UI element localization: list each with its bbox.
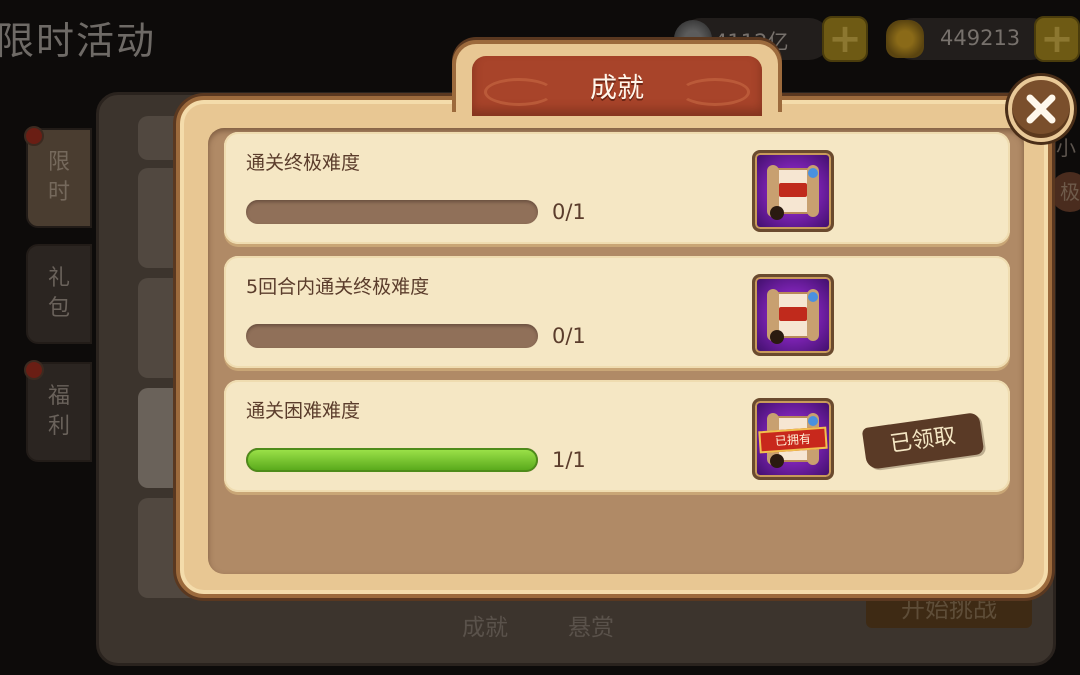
page-title: 限时活动 xyxy=(0,19,157,63)
dialog-title-tab: 成就 xyxy=(452,40,782,116)
close-icon xyxy=(1026,94,1056,124)
title-ribbon: 成就 xyxy=(472,56,762,116)
achievement-title: 5回合内通关终极难度 xyxy=(246,276,430,298)
progress-text: 0/1 xyxy=(552,324,586,348)
progress-bar xyxy=(246,448,538,472)
dialog-title: 成就 xyxy=(590,73,644,104)
progress-text: 1/1 xyxy=(552,448,586,472)
owned-badge: 已拥有 xyxy=(758,426,828,454)
achievement-title: 通关困难难度 xyxy=(246,400,361,422)
gold-currency: 449213 xyxy=(886,18,1052,60)
progress-fill xyxy=(246,448,538,472)
title-scroll-icon[interactable] xyxy=(752,150,834,232)
side-tab-limited[interactable]: 限时 xyxy=(24,126,92,228)
achievement-row: 通关终极难度 0/1 xyxy=(224,132,1010,244)
gold-currency-value: 449213 xyxy=(940,26,1021,50)
title-scroll-icon[interactable] xyxy=(752,274,834,356)
notification-dot xyxy=(24,126,44,146)
side-tab-welfare[interactable]: 福利 xyxy=(24,360,92,462)
achievement-title: 通关终极难度 xyxy=(246,152,361,174)
bottom-tab-achievement[interactable]: 成就 xyxy=(462,608,508,642)
side-tab-label: 福利 xyxy=(47,384,70,439)
scroll-graphic xyxy=(767,289,819,344)
progress-bar xyxy=(246,324,538,348)
side-tab-gift[interactable]: 礼包 xyxy=(26,244,92,344)
claimed-stamp: 已领取 xyxy=(861,411,985,471)
side-label: 小 xyxy=(1056,136,1076,160)
bottom-tab-bounty[interactable]: 悬赏 xyxy=(568,608,614,642)
achievement-dialog: 成就 通关终极难度 0/1 5回合内通关终极难度 0/1 通关困难难度 1/1 … xyxy=(176,40,1052,598)
add-gold-button[interactable]: + xyxy=(1034,16,1080,62)
gold-ingot-icon xyxy=(886,20,924,58)
achievement-row: 5回合内通关终极难度 0/1 xyxy=(224,256,1010,368)
progress-bar xyxy=(246,200,538,224)
side-tab-label: 限时 xyxy=(47,150,70,205)
progress-text: 0/1 xyxy=(552,200,586,224)
scroll-graphic xyxy=(767,165,819,220)
add-silver-button[interactable]: + xyxy=(822,16,868,62)
close-button[interactable] xyxy=(1008,76,1074,142)
side-tab-label: 礼包 xyxy=(47,266,70,321)
title-scroll-icon[interactable]: 已拥有 xyxy=(752,398,834,480)
notification-dot xyxy=(24,360,44,380)
achievement-row: 通关困难难度 1/1 已拥有 已领取 xyxy=(224,380,1010,492)
